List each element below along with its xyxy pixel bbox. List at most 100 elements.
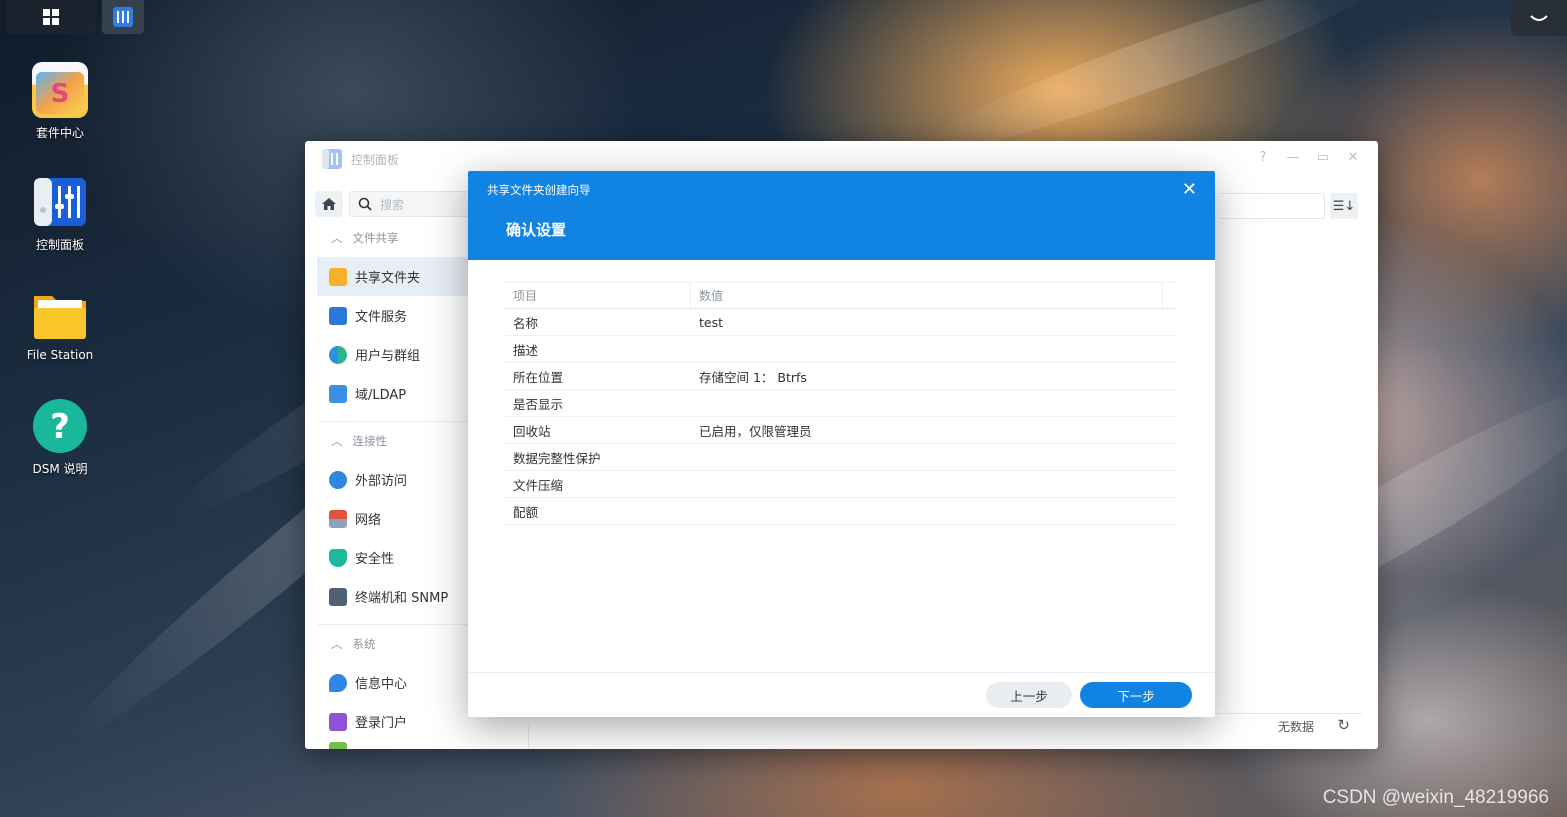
section-divider (317, 624, 477, 625)
row-value (691, 471, 1177, 497)
chevron-up-icon: ︿ (331, 637, 343, 651)
row-key: 配额 (513, 504, 539, 520)
package-center-icon: S (32, 62, 88, 118)
table-row: 所在位置 存储空间 1： Btrfs (505, 363, 1177, 390)
file-services-icon (329, 306, 347, 325)
desktop-icon-control-panel[interactable]: 控制面板 (10, 174, 110, 253)
region-icon (329, 742, 347, 749)
row-key: 描述 (513, 342, 539, 358)
desktop-icon-label: File Station (26, 348, 94, 362)
domain-icon (329, 384, 347, 403)
close-icon[interactable]: ✕ (1182, 179, 1197, 200)
row-key: 数据完整性保护 (513, 450, 601, 466)
row-key: 文件压缩 (513, 477, 564, 493)
control-panel-icon (113, 7, 133, 27)
column-header-value[interactable]: 数值 (691, 283, 1163, 308)
column-header-item[interactable]: 项目 (505, 283, 691, 308)
sidebar-item-label: 安全性 (355, 552, 395, 567)
home-icon (322, 198, 336, 210)
section-title: 连接性 (352, 434, 388, 448)
wizard-title: 共享文件夹创建向导 (487, 183, 591, 197)
desktop-icon-label: 控制面板 (35, 238, 84, 252)
login-portal-icon (329, 712, 347, 731)
sidebar-item-label: 域/LDAP (355, 388, 407, 403)
chevron-up-icon: ︿ (331, 434, 343, 448)
table-row: 配额 (505, 498, 1177, 525)
table-row: 名称 test (505, 309, 1177, 336)
folder-icon (329, 267, 347, 286)
row-value (691, 444, 1177, 470)
desktop-icon-file-station[interactable]: File Station (10, 286, 110, 362)
wizard-header: 共享文件夹创建向导 ✕ 确认设置 (468, 171, 1215, 260)
sidebar-item-label: 文件服务 (355, 310, 408, 325)
wizard-step-title: 确认设置 (506, 221, 567, 239)
sort-button[interactable]: ☰↓ (1330, 193, 1358, 219)
help-button[interactable]: ? (1254, 150, 1272, 165)
control-panel-icon (32, 174, 88, 230)
desktop-icon-package-center[interactable]: S 套件中心 (10, 62, 110, 141)
settings-summary-table: 项目 数值 名称 test 描述 所在位置 存储空间 1： Btrfs 是否显示… (505, 282, 1177, 525)
row-value (691, 498, 1177, 524)
table-row: 是否显示 (505, 390, 1177, 417)
section-title: 系统 (352, 637, 376, 651)
row-value: 已启用，仅限管理员 (699, 423, 812, 439)
maximize-button[interactable]: ▭ (1314, 150, 1332, 165)
help-icon: ? (32, 398, 88, 454)
main-menu-button[interactable] (6, 0, 96, 34)
pane-divider (528, 726, 529, 749)
table-row: 描述 (505, 336, 1177, 363)
home-button[interactable] (315, 191, 343, 217)
desktop-icon-label: DSM 说明 (32, 462, 88, 476)
terminal-icon (329, 587, 347, 606)
search-icon (358, 197, 372, 211)
chevron-up-icon: ︿ (331, 231, 343, 245)
sidebar-item-label: 共享文件夹 (355, 271, 421, 286)
sidebar-item-label: 登录门户 (355, 716, 408, 731)
external-access-icon (329, 470, 347, 489)
sidebar-item-label: 外部访问 (355, 474, 408, 489)
sidebar-item-label: 用户与群组 (355, 349, 421, 364)
row-key: 是否显示 (513, 396, 564, 412)
svg-text:S: S (51, 79, 70, 109)
row-value: 存储空间 1： Btrfs (699, 369, 807, 385)
sidebar-item-label: 网络 (355, 513, 382, 528)
info-icon (329, 673, 347, 692)
row-key: 名称 (513, 315, 539, 331)
refresh-icon[interactable]: ↻ (1337, 716, 1350, 734)
chevron-down-icon (1530, 15, 1548, 21)
previous-button[interactable]: 上一步 (986, 682, 1072, 708)
section-title: 文件共享 (352, 231, 399, 245)
shared-folder-wizard-dialog: 共享文件夹创建向导 ✕ 确认设置 项目 数值 名称 test 描述 所在位置 存… (468, 171, 1215, 717)
shield-icon (329, 548, 347, 567)
status-text: 无数据 (1277, 720, 1314, 734)
window-title: 控制面板 (351, 152, 400, 167)
row-value (691, 336, 1177, 362)
table-row: 文件压缩 (505, 471, 1177, 498)
row-value (691, 390, 1177, 416)
row-key: 所在位置 (513, 369, 564, 385)
row-value: test (699, 314, 724, 330)
list-search-input[interactable] (1220, 193, 1325, 219)
desktop-icon-label: 套件中心 (35, 126, 84, 140)
watermark: CSDN @weixin_48219966 (1322, 787, 1549, 808)
sidebar-item-partial[interactable] (317, 741, 527, 749)
network-icon (329, 509, 347, 528)
table-header-row: 项目 数值 (505, 282, 1177, 309)
next-button[interactable]: 下一步 (1080, 682, 1192, 708)
taskbar-control-panel-button[interactable] (102, 0, 144, 34)
table-row: 回收站 已启用，仅限管理员 (505, 417, 1177, 444)
sort-icon: ☰↓ (1332, 198, 1356, 214)
taskbar (6, 0, 144, 34)
svg-text:?: ? (50, 407, 70, 447)
minimize-button[interactable]: — (1284, 150, 1302, 165)
desktop-icon-dsm-help[interactable]: ? DSM 说明 (10, 398, 110, 477)
close-button[interactable]: ✕ (1344, 150, 1362, 165)
section-divider (317, 421, 477, 422)
tray-button[interactable] (1511, 0, 1567, 36)
table-row: 数据完整性保护 (505, 444, 1177, 471)
row-key: 回收站 (513, 423, 551, 439)
file-station-icon (32, 286, 88, 342)
users-icon (329, 345, 347, 364)
search-placeholder: 搜索 (380, 197, 405, 212)
sidebar-item-label: 终端机和 SNMP (355, 591, 449, 606)
